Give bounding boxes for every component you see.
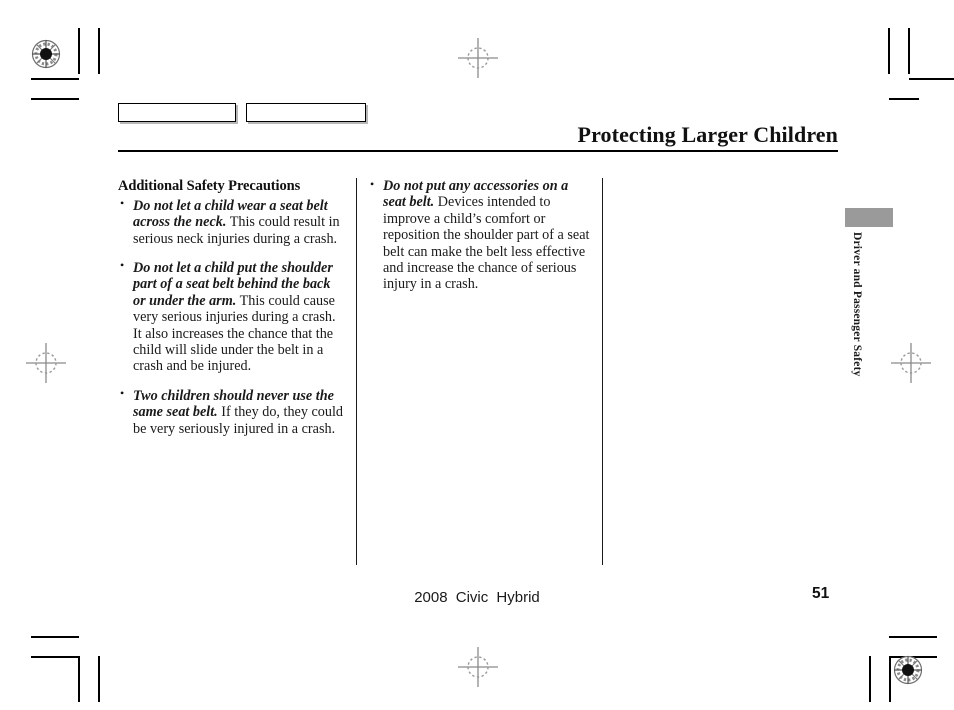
- section-tab-swatch: [845, 208, 893, 227]
- page-number: 51: [812, 585, 830, 602]
- manual-page: Protecting Larger Children Additional Sa…: [0, 0, 954, 710]
- crop-mark-top-right-vertical: [888, 28, 890, 74]
- crop-mark-bottom-left-vertical: [78, 656, 80, 702]
- color-bar-1: [118, 103, 236, 122]
- crop-mark-bottom-right-horizontal-outer: [889, 636, 937, 638]
- crop-mark-bottom-left-horizontal: [31, 656, 79, 658]
- crop-mark-bottom-right-vertical: [889, 656, 891, 702]
- column-divider-rule-1: [356, 178, 358, 565]
- footer-model-label: 2008 Civic Hybrid: [414, 589, 540, 606]
- title-divider-rule: [118, 150, 838, 152]
- registration-target-icon-bottom: [893, 655, 923, 685]
- right-bullet-list: Do not put any accessories on a seat bel…: [368, 178, 590, 293]
- crop-mark-top-right-horizontal: [909, 78, 954, 80]
- registration-target-icon: [31, 39, 61, 69]
- crosshair-mark-bottom-icon: [458, 647, 498, 687]
- section-tab-label: Driver and Passenger Safety: [851, 232, 863, 377]
- crop-mark-top-right-vertical-outer: [908, 28, 910, 74]
- list-item: Two children should never use the same s…: [118, 387, 344, 437]
- crop-mark-bottom-right-vertical-outer: [869, 656, 871, 702]
- crop-mark-top-left-horizontal-outer: [31, 98, 79, 100]
- crosshair-mark-right-icon: [891, 343, 931, 383]
- right-column: Do not put any accessories on a seat bel…: [368, 178, 590, 293]
- crosshair-mark-top-icon: [458, 38, 498, 78]
- left-column: Additional Safety Precautions Do not let…: [118, 178, 344, 437]
- list-item: Do not let a child wear a seat belt acro…: [118, 197, 344, 247]
- crop-mark-bottom-left-horizontal-outer: [31, 636, 79, 638]
- crop-mark-top-left-vertical-outer: [98, 28, 100, 74]
- crosshair-mark-left-icon: [26, 343, 66, 383]
- column-divider-rule-2: [602, 178, 604, 565]
- crop-mark-top-left-horizontal: [31, 78, 79, 80]
- left-bullet-list: Do not let a child wear a seat belt acro…: [118, 197, 344, 437]
- crop-mark-top-right-horizontal-outer: [889, 98, 919, 100]
- color-bar-2: [246, 103, 366, 122]
- list-item: Do not let a child put the shoulder part…: [118, 259, 344, 375]
- list-item: Do not put any accessories on a seat bel…: [368, 178, 590, 293]
- crop-mark-top-left-vertical: [78, 28, 80, 74]
- section-heading: Additional Safety Precautions: [118, 178, 301, 194]
- page-title: Protecting Larger Children: [577, 122, 838, 147]
- crop-mark-bottom-left-vertical-outer: [98, 656, 100, 702]
